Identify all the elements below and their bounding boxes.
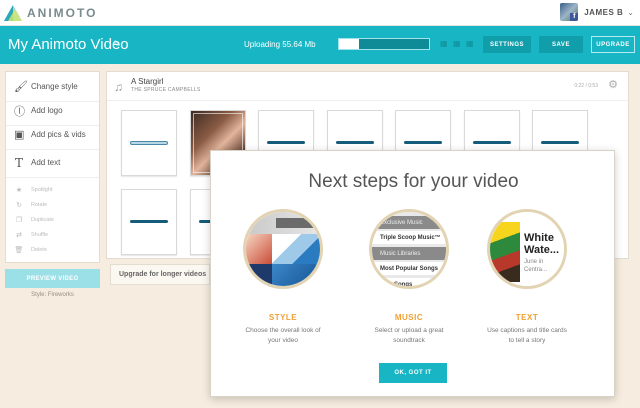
video-title[interactable]: My Animoto Video <box>8 36 129 53</box>
text-preview-image: White Wate... June in Centra... <box>487 209 567 289</box>
text-line <box>473 141 511 144</box>
upgrade-button[interactable]: UPGRADE <box>591 36 635 53</box>
brand-name: ANIMOTO <box>27 6 98 20</box>
text-icon: T <box>14 155 23 170</box>
trash-icon: 🗑 <box>14 246 24 254</box>
add-logo-label: Add logo <box>31 106 63 115</box>
music-note-icon: ♫ <box>114 80 123 94</box>
current-style-label[interactable]: Style: Fireworks <box>5 292 100 298</box>
upload-status: Uploading 55.64 Mb <box>244 40 316 49</box>
text-line <box>336 141 374 144</box>
duplicate-label: Duplicate <box>31 216 54 223</box>
settings-button[interactable]: SETTINGS <box>483 36 531 53</box>
text-line <box>130 220 168 223</box>
pencil-icon[interactable]: ✎ <box>113 40 121 49</box>
duplicate-item[interactable]: ❐ Duplicate <box>6 212 99 227</box>
user-name: JAMES B <box>584 7 624 17</box>
text-sample-heading: White Wate... <box>524 232 559 256</box>
text-art: White Wate... June in Centra... <box>490 212 564 286</box>
style-preview-image <box>243 209 323 289</box>
ok-got-it-button[interactable]: OK, GOT IT <box>379 363 447 383</box>
shuffle-icon: ⇄ <box>16 231 22 239</box>
delete-label: Delete <box>31 246 47 253</box>
text-tile[interactable] <box>121 189 177 255</box>
text-line <box>267 141 305 144</box>
delete-item[interactable]: 🗑 Delete <box>6 242 99 257</box>
add-text-label: Add text <box>31 158 61 167</box>
song-artist: THE SPRUCE CAMPBELLS <box>131 87 201 93</box>
style-art <box>246 264 272 286</box>
text-sample-line: White <box>524 232 554 244</box>
text-step-desc-1: Use captions and title cards <box>487 327 567 334</box>
music-list: Exclusive Music Triple Scoop Music™ Musi… <box>372 212 446 286</box>
animoto-logo[interactable]: ANIMOTO <box>4 5 97 21</box>
grid-medium-view-icon[interactable]: ▦ <box>453 40 461 48</box>
music-list-item: Music Libraries <box>372 247 446 260</box>
editor-header: My Animoto Video ✎ Uploading 55.64 Mb ▦ … <box>0 26 640 64</box>
music-step-desc-2: soundtrack <box>393 337 425 344</box>
style-art <box>272 234 320 264</box>
grid-large-view-icon[interactable]: ▦ <box>440 40 448 48</box>
rotate-item[interactable]: ↻ Rotate <box>6 197 99 212</box>
grid-small-view-icon[interactable]: ▦ <box>466 40 474 48</box>
logo-icon: ⓛ <box>14 105 25 118</box>
user-menu[interactable]: f JAMES B ⌄ <box>560 3 634 21</box>
text-sample-caption: June in Centra... <box>524 258 547 274</box>
title-card-tile[interactable] <box>121 110 177 176</box>
animoto-logo-icon <box>4 5 22 21</box>
music-list-item: Exclusive Music <box>372 216 446 229</box>
music-step-heading: MUSIC <box>394 313 424 322</box>
upload-progress-fill <box>339 39 359 49</box>
add-text-item[interactable]: T Add text <box>6 148 99 178</box>
photos-icon: ▣ <box>14 129 25 141</box>
rotate-label: Rotate <box>31 201 48 208</box>
music-preview-image: Exclusive Music Triple Scoop Music™ Musi… <box>369 209 449 289</box>
music-list-item: Most Popular Songs <box>372 262 446 275</box>
upgrade-longer-videos-link[interactable]: Upgrade for longer videos <box>110 264 210 285</box>
text-sample-line: Centra... <box>524 267 548 273</box>
spotlight-label: Spotlight <box>31 186 53 193</box>
text-sample-line: June in <box>524 259 544 265</box>
gear-icon[interactable]: ⚙ <box>608 78 618 91</box>
shuffle-label: Shuffle <box>31 231 49 238</box>
duplicate-icon: ❐ <box>15 216 23 224</box>
tools-panel: 🖌 Change style ⓛ Add logo ▣ Add pics & v… <box>5 71 100 263</box>
song-title[interactable]: A Stargirl <box>131 77 163 86</box>
style-step-desc-1: Choose the overall look of <box>245 327 321 334</box>
save-button[interactable]: SAVE <box>539 36 583 53</box>
upload-progress-bar <box>338 38 430 50</box>
avatar: f <box>560 3 579 21</box>
shuffle-item[interactable]: ⇄ Shuffle <box>6 227 99 242</box>
facebook-icon: f <box>570 13 579 21</box>
music-list-item: Triple Scoop Music™ <box>372 231 446 244</box>
style-step-heading: STYLE <box>268 313 298 322</box>
style-art <box>276 218 320 228</box>
add-pics-vids-item[interactable]: ▣ Add pics & vids <box>6 120 99 150</box>
top-bar: ANIMOTO f JAMES B ⌄ <box>0 0 640 26</box>
music-list-item: New Songs <box>372 278 446 286</box>
text-step-heading: TEXT <box>515 313 539 322</box>
song-time: 0:22 / 0:53 <box>574 83 598 89</box>
rotate-icon: ↻ <box>16 201 22 209</box>
next-steps-modal: Next steps for your video STYLE Choose t… <box>210 150 615 397</box>
divider <box>107 100 628 101</box>
spotlight-item[interactable]: ★ Spotlight <box>6 182 99 197</box>
text-line <box>130 141 168 145</box>
style-step-desc-2: your video <box>268 337 298 344</box>
change-style-label: Change style <box>31 82 78 91</box>
text-art-photo <box>490 222 520 282</box>
text-line <box>541 141 579 144</box>
star-icon: ★ <box>15 186 23 194</box>
music-step-desc-1: Select or upload a great <box>374 327 444 334</box>
brush-icon: 🖌 <box>14 81 28 93</box>
style-art <box>272 264 320 286</box>
add-pics-vids-label: Add pics & vids <box>31 130 86 139</box>
text-line <box>404 141 442 144</box>
preview-video-button[interactable]: PREVIEW VIDEO <box>5 269 100 288</box>
style-art <box>246 234 272 264</box>
chevron-down-icon: ⌄ <box>627 7 634 17</box>
text-sample-line: Wate... <box>524 244 560 256</box>
text-step-desc-2: to tell a story <box>508 337 546 344</box>
modal-title: Next steps for your video <box>308 171 519 192</box>
